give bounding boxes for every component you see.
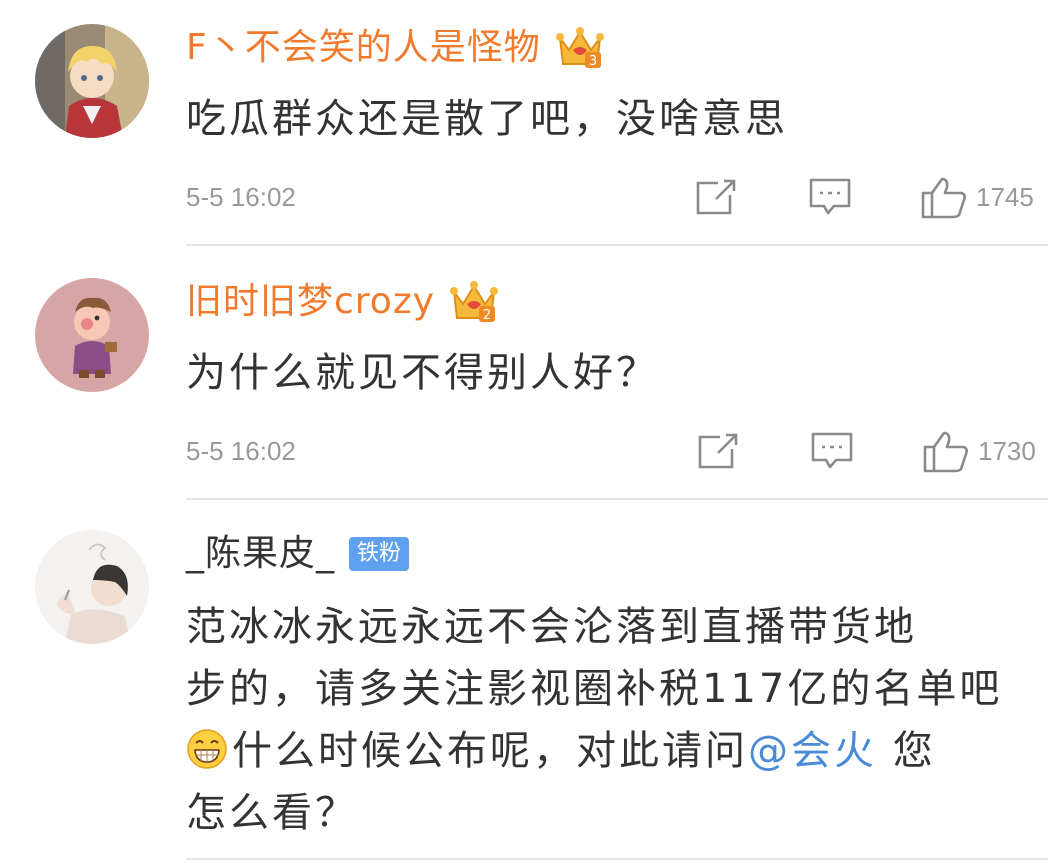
svg-text:3: 3 bbox=[589, 54, 597, 69]
share-icon bbox=[698, 433, 738, 469]
comment-line: 步的，请多关注影视圈补税117亿的名单吧 bbox=[186, 666, 1003, 712]
comment-text: 范冰冰永远永远不会沦落到直播带货地 步的，请多关注影视圈补税117亿的名单吧 什… bbox=[186, 596, 1046, 844]
share-button[interactable] bbox=[694, 176, 738, 218]
divider bbox=[186, 498, 1048, 500]
name-row: 旧时旧梦crozy 2 bbox=[186, 276, 499, 328]
avatar[interactable] bbox=[35, 24, 149, 138]
divider bbox=[186, 858, 1048, 860]
mention-link[interactable]: @会火 bbox=[748, 728, 877, 774]
avatar[interactable] bbox=[35, 530, 149, 644]
like-count: 1730 bbox=[978, 435, 1036, 466]
username[interactable]: F丶不会笑的人是怪物 bbox=[186, 22, 541, 74]
username[interactable]: 旧时旧梦crozy bbox=[186, 276, 435, 328]
username[interactable]: _陈果皮_ bbox=[186, 528, 335, 580]
comment-line: 怎么看？ bbox=[186, 790, 358, 836]
meta-row: 5-5 16:02 1730 bbox=[186, 428, 1048, 474]
meta-row: 5-5 16:02 1745 bbox=[186, 174, 1048, 220]
like-button[interactable]: 1730 bbox=[922, 430, 1036, 473]
svg-text:2: 2 bbox=[483, 308, 491, 323]
avatar[interactable] bbox=[35, 278, 149, 392]
like-icon bbox=[921, 177, 966, 219]
name-row: F丶不会笑的人是怪物 3 bbox=[186, 22, 605, 74]
like-button[interactable]: 1745 bbox=[920, 176, 1034, 219]
like-count: 1745 bbox=[976, 181, 1034, 212]
share-button[interactable] bbox=[696, 430, 740, 472]
comment-text: 吃瓜群众还是散了吧，没啥意思 bbox=[186, 96, 788, 142]
comment-line: 什么时候公布呢，对此请问 bbox=[232, 728, 748, 774]
comment-icon bbox=[809, 178, 851, 215]
timestamp: 5-5 16:02 bbox=[186, 436, 296, 466]
share-icon bbox=[696, 179, 736, 215]
comment-text: 为什么就见不得别人好？ bbox=[186, 350, 659, 396]
comment-line: 范冰冰永远永远不会沦落到直播带货地 bbox=[186, 604, 917, 650]
divider bbox=[186, 244, 1048, 246]
crown-icon: 2 bbox=[449, 278, 499, 326]
reply-button[interactable] bbox=[808, 176, 852, 218]
reply-button[interactable] bbox=[810, 430, 854, 472]
comment-text-tail: 您 bbox=[877, 728, 936, 774]
fan-badge: 铁粉 bbox=[349, 537, 410, 571]
timestamp: 5-5 16:02 bbox=[186, 182, 296, 212]
crown-icon: 3 bbox=[555, 24, 605, 72]
comment-icon bbox=[811, 432, 853, 469]
like-icon bbox=[923, 431, 968, 473]
name-row: _陈果皮_ 铁粉 bbox=[186, 528, 410, 580]
grinning-face-emoji bbox=[186, 726, 228, 769]
